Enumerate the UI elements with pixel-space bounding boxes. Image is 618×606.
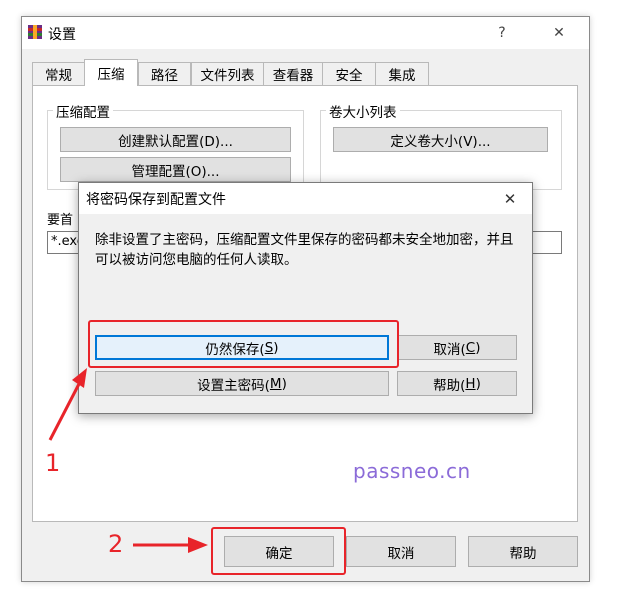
dialog-cancel-label: 取消(: [433, 341, 466, 358]
highlight-box-save-anyway: [88, 320, 399, 368]
dialog-cancel-hotkey: C: [465, 339, 476, 356]
dialog-close-icon[interactable]: ✕: [497, 186, 523, 212]
create-default-profile-button[interactable]: 创建默认配置(D)...: [60, 127, 291, 152]
dialog-cancel-label-end: ): [475, 339, 481, 356]
dialog-message: 除非设置了主密码，压缩配置文件里保存的密码都未安全地加密，并且可以被访问您电脑的…: [95, 232, 514, 268]
manage-profiles-button[interactable]: 管理配置(O)...: [60, 157, 291, 182]
winrar-app-icon: [28, 25, 42, 39]
dialog-help-label: 帮助(: [433, 377, 466, 394]
watermark: passneo.cn: [353, 459, 471, 483]
window-title: 设置: [48, 27, 76, 43]
set-master-label-end: ): [281, 375, 287, 392]
tab-file-list[interactable]: 文件列表: [191, 62, 264, 85]
define-volume-sizes-button[interactable]: 定义卷大小(V)...: [333, 127, 548, 152]
exclude-label: 要首: [47, 213, 74, 228]
tab-paths[interactable]: 路径: [138, 62, 191, 85]
highlight-box-ok: [211, 527, 346, 575]
dialog-cancel-button[interactable]: 取消(C): [397, 335, 517, 360]
cancel-button[interactable]: 取消: [346, 536, 456, 567]
tab-general[interactable]: 常规: [32, 62, 85, 85]
set-master-hotkey: M: [269, 375, 282, 392]
volume-sizes-label: 卷大小列表: [326, 101, 400, 121]
compression-profiles-label: 压缩配置: [53, 101, 113, 121]
annotation-step-1: 1: [45, 449, 61, 477]
tab-security[interactable]: 安全: [322, 62, 376, 85]
dialog-help-label-end: ): [475, 375, 481, 392]
annotation-step-2: 2: [108, 530, 124, 558]
tab-viewer[interactable]: 查看器: [263, 62, 323, 85]
dialog-help-button[interactable]: 帮助(H): [397, 371, 517, 396]
help-button[interactable]: 帮助: [468, 536, 578, 567]
help-title-button[interactable]: ?: [489, 20, 515, 46]
set-master-password-button[interactable]: 设置主密码(M): [95, 371, 389, 396]
dialog-title: 将密码保存到配置文件: [86, 192, 226, 208]
set-master-label: 设置主密码(: [197, 377, 270, 394]
tab-compression[interactable]: 压缩: [84, 59, 138, 86]
dialog-help-hotkey: H: [465, 375, 476, 392]
tab-integration[interactable]: 集成: [375, 62, 429, 85]
close-window-button[interactable]: ✕: [546, 20, 572, 46]
